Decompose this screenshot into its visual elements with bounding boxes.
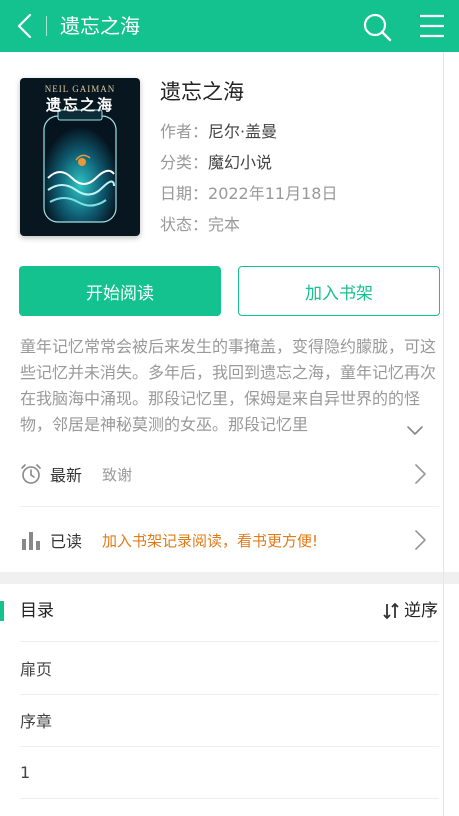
cover-title-text: 遗忘之海 <box>45 96 114 114</box>
page-title: 遗忘之海 <box>60 14 140 38</box>
start-reading-button[interactable]: 开始阅读 <box>19 266 221 316</box>
meta-date-value: 2022年11月18日 <box>208 184 338 203</box>
row-divider <box>20 506 439 507</box>
chevron-right-icon <box>415 530 426 550</box>
toc-item[interactable]: 扉页 <box>20 642 439 694</box>
meta-author-value[interactable]: 尼尔·盖曼 <box>208 122 277 141</box>
alarm-clock-icon <box>21 464 41 484</box>
bar-chart-icon <box>22 532 40 550</box>
section-separator <box>0 572 459 584</box>
book-cover[interactable]: NEIL GAIMAN 遗忘之海 <box>20 78 140 236</box>
toc-accent-bar <box>0 601 4 621</box>
chevron-left-icon[interactable] <box>12 12 40 40</box>
chevron-right-icon <box>415 464 426 484</box>
latest-chapter-value: 致谢 <box>102 465 133 484</box>
hamburger-menu-icon[interactable] <box>418 12 446 40</box>
meta-date-label: 日期： <box>160 184 209 203</box>
read-hint-value: 加入书架记录阅读，看书更方便! <box>102 531 319 550</box>
page-edge-line <box>443 52 444 816</box>
meta-category-value[interactable]: 魔幻小说 <box>208 153 272 172</box>
latest-chapter-row[interactable]: 最新 致谢 <box>20 449 439 499</box>
latest-label: 最新 <box>50 466 83 485</box>
app-header: 遗忘之海 <box>0 0 459 52</box>
toc-title: 目录 <box>20 601 54 621</box>
meta-author: 作者：尼尔·盖曼 <box>160 121 277 143</box>
meta-status-label: 状态： <box>160 215 209 234</box>
reading-record-row[interactable]: 已读 加入书架记录阅读，看书更方便! <box>20 515 439 565</box>
meta-status-value: 完本 <box>208 215 241 234</box>
sort-arrows-icon <box>383 602 399 620</box>
meta-category: 分类：魔幻小说 <box>160 152 272 174</box>
toc-item[interactable]: 序章 <box>20 694 439 746</box>
reverse-order-label: 逆序 <box>404 601 438 621</box>
toc-item[interactable]: 1 <box>20 746 439 798</box>
chevron-down-icon[interactable] <box>405 420 425 440</box>
meta-category-label: 分类： <box>160 153 209 172</box>
header-divider <box>46 16 47 36</box>
toc-divider <box>20 798 439 799</box>
reverse-order-button[interactable]: 逆序 <box>382 599 438 623</box>
search-icon[interactable] <box>362 12 392 42</box>
read-label: 已读 <box>50 532 83 551</box>
meta-author-label: 作者： <box>160 122 209 141</box>
meta-status: 状态：完本 <box>160 214 240 236</box>
add-to-shelf-button[interactable]: 加入书架 <box>238 266 440 316</box>
book-title: 遗忘之海 <box>160 80 244 104</box>
meta-date: 日期：2022年11月18日 <box>160 183 337 205</box>
cover-author-text: NEIL GAIMAN <box>44 84 116 94</box>
